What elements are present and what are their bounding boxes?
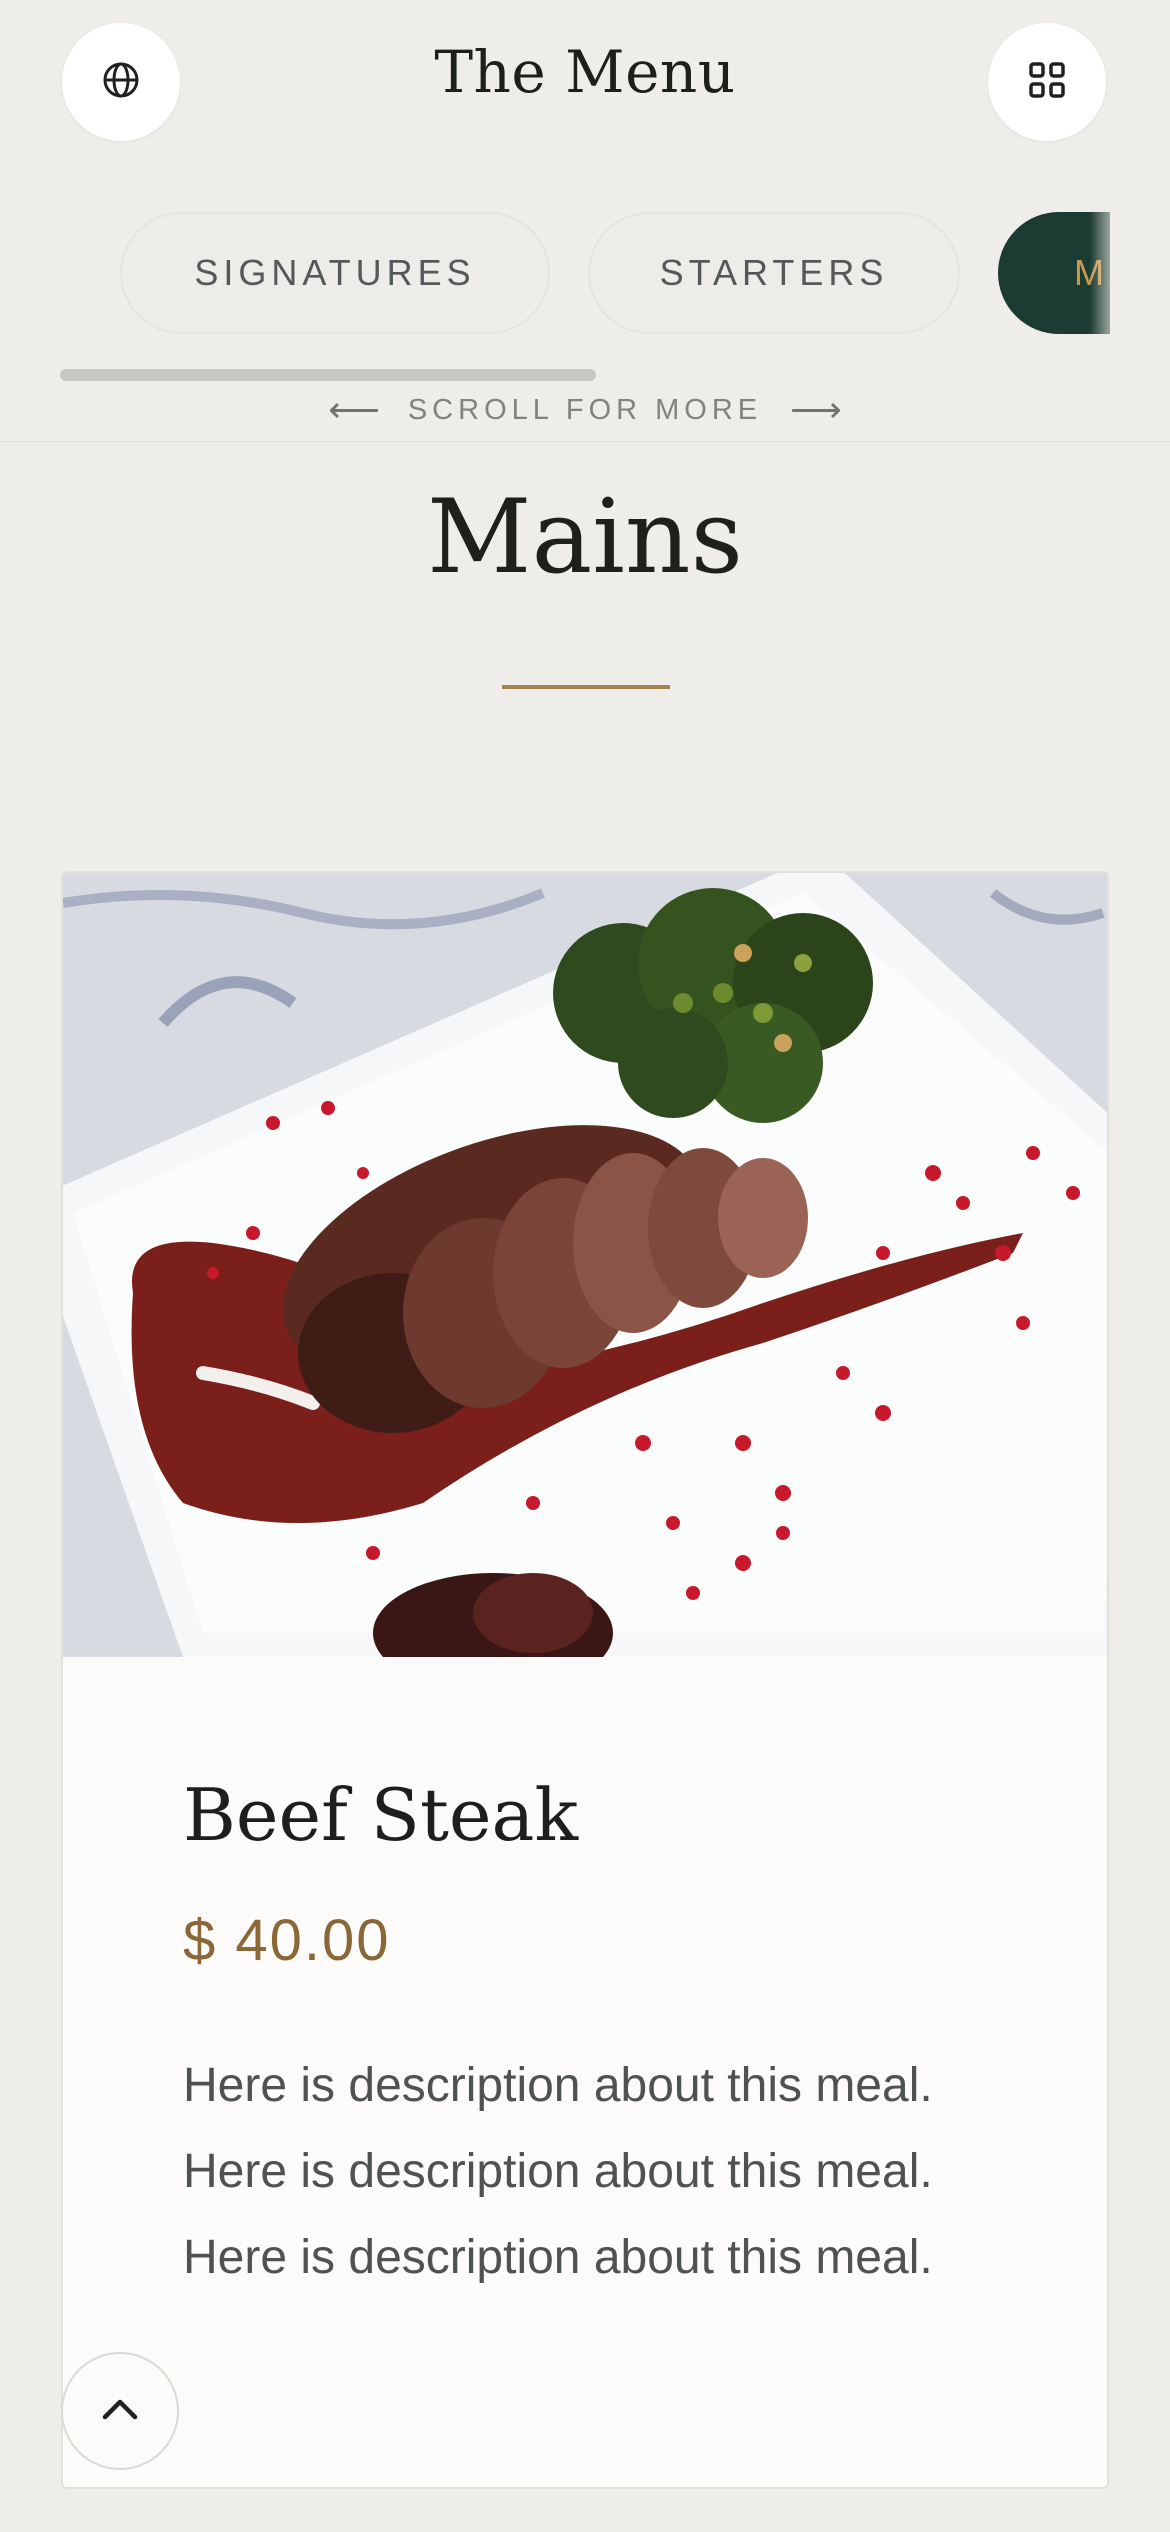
dish-photo	[63, 873, 1107, 1657]
tab-signatures[interactable]: SIGNATURES	[120, 212, 550, 334]
arrow-left-icon: ⟵	[328, 389, 380, 430]
section-divider	[502, 685, 670, 689]
arrow-right-icon: ⟶	[790, 389, 842, 430]
tabs-fade	[1090, 212, 1110, 334]
back-to-top-button[interactable]	[61, 2352, 179, 2470]
category-tabs[interactable]: SIGNATURES STARTERS MAINS	[60, 212, 1110, 334]
dish-description: Here is description about this meal. Her…	[183, 2043, 1043, 2301]
scroll-hint: ⟵ SCROLL FOR MORE ⟶	[0, 388, 1170, 432]
top-navigation: The Menu SIGNATURES STARTERS MAINS ⟵ SCR…	[0, 0, 1170, 442]
section-title: Mains	[427, 478, 743, 597]
dish-name: Beef Steak	[183, 1773, 579, 1857]
scroll-hint-text: SCROLL FOR MORE	[407, 393, 763, 426]
menu-item-card[interactable]: Beef Steak $ 40.00 Here is description a…	[61, 871, 1109, 2489]
tab-starters[interactable]: STARTERS	[588, 212, 960, 334]
menu-page: The Menu SIGNATURES STARTERS MAINS ⟵ SCR…	[0, 0, 1170, 2532]
tabs-scrollbar[interactable]	[60, 369, 596, 381]
dish-price: $ 40.00	[183, 1908, 391, 1973]
categories-button[interactable]	[988, 23, 1106, 141]
description-line: Here is description about this meal.	[183, 2059, 933, 2112]
grid-icon	[1028, 61, 1066, 104]
description-line: Here is description about this meal.	[183, 2145, 933, 2198]
description-line: Here is description about this meal.	[183, 2231, 933, 2284]
chevron-up-icon	[100, 2395, 140, 2428]
